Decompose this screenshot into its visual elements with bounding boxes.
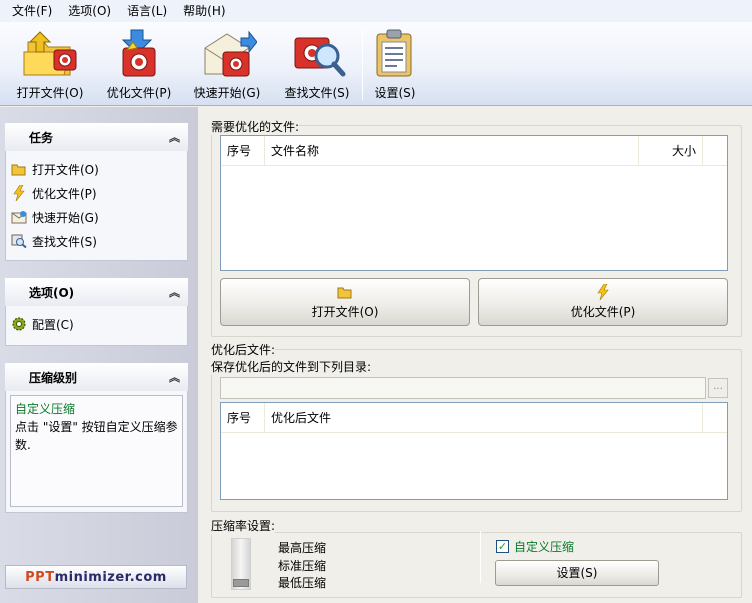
option-config[interactable]: 配置(C) — [10, 312, 183, 336]
open-folder-icon — [10, 161, 28, 177]
find-file-icon — [294, 37, 346, 77]
toolbar-optimize-button[interactable]: 优化文件(P) — [96, 22, 182, 102]
toolbar-find-label: 查找文件(S) — [284, 86, 350, 100]
options-panel-header[interactable]: 选项(O) ︽ — [5, 278, 188, 306]
task-find-file-label: 查找文件(S) — [32, 234, 97, 249]
toolbar-open-label: 打开文件(O) — [16, 86, 84, 100]
task-optimize-file[interactable]: 优化文件(P) — [10, 181, 183, 205]
col-filename[interactable]: 文件名称 — [265, 135, 639, 166]
gear-icon — [10, 316, 28, 332]
output-list[interactable]: 序号 优化后文件 — [220, 402, 728, 500]
collapse-chevron-up-icon[interactable]: ︽ — [169, 129, 180, 145]
compression-panel-body: 自定义压缩 点击 "设置" 按钮自定义压缩参数. — [5, 391, 188, 513]
level-standard: 标准压缩 — [278, 559, 327, 573]
menu-language[interactable]: 语言(L) — [119, 0, 175, 22]
col-output-file[interactable]: 优化后文件 — [265, 402, 703, 433]
compression-description: 点击 "设置" 按钮自定义压缩参数. — [15, 420, 178, 452]
toolbar-quickstart-label: 快速开始(G) — [193, 86, 261, 100]
open-file-button[interactable]: 打开文件(O) — [220, 278, 470, 326]
compression-settings-label: 压缩率设置: — [211, 517, 276, 534]
compression-panel: 压缩级别 ︽ 自定义压缩 点击 "设置" 按钮自定义压缩参数. — [5, 363, 188, 513]
tasks-panel: 任务 ︽ 打开文件(O) 优化文件(P) 快速开始(G) 查找文件(S) — [5, 123, 188, 261]
compression-panel-title: 压缩级别 — [29, 370, 78, 385]
col-index[interactable]: 序号 — [221, 135, 265, 166]
output-list-header: 序号 优化后文件 — [221, 402, 727, 433]
output-group-label: 优化后文件: — [211, 341, 276, 358]
toolbar-open-button[interactable]: 打开文件(O) — [4, 22, 96, 102]
compression-panel-header[interactable]: 压缩级别 ︽ — [5, 363, 188, 391]
sidebar: 任务 ︽ 打开文件(O) 优化文件(P) 快速开始(G) 查找文件(S) 选项(… — [0, 107, 198, 603]
task-find-file[interactable]: 查找文件(S) — [10, 229, 183, 253]
quickstart-envelope-icon — [204, 30, 257, 77]
menu-help[interactable]: 帮助(H) — [175, 0, 233, 22]
brand-logo: PPT minimizer.com — [5, 565, 187, 589]
toolbar-settings-label: 设置(S) — [374, 86, 416, 100]
compression-slider[interactable] — [231, 538, 251, 590]
task-open-file-label: 打开文件(O) — [32, 162, 99, 177]
files-list[interactable]: 序号 文件名称 大小 — [220, 135, 728, 271]
menu-file[interactable]: 文件(F) — [4, 0, 60, 22]
toolbar-optimize-label: 优化文件(P) — [106, 86, 172, 100]
menu-options[interactable]: 选项(O) — [60, 0, 119, 22]
toolbar-quickstart-button[interactable]: 快速开始(G) — [182, 22, 272, 102]
tasks-panel-header[interactable]: 任务 ︽ — [5, 123, 188, 151]
menubar: 文件(F) 选项(O) 语言(L) 帮助(H) — [0, 0, 752, 22]
option-config-label: 配置(C) — [32, 317, 74, 332]
optimize-file-button[interactable]: 优化文件(P) — [478, 278, 728, 326]
compression-mode-text: 自定义压缩 — [15, 402, 76, 416]
custom-compression-checkbox[interactable]: ✓ — [496, 540, 509, 553]
settings-button[interactable]: 设置(S) — [495, 560, 659, 586]
open-file-button-label: 打开文件(O) — [311, 304, 379, 319]
quickstart-icon — [10, 209, 28, 225]
open-folder-icon — [337, 287, 352, 298]
tasks-panel-body: 打开文件(O) 优化文件(P) 快速开始(G) 查找文件(S) — [5, 151, 188, 261]
compression-info-box: 自定义压缩 点击 "设置" 按钮自定义压缩参数. — [10, 395, 183, 507]
options-panel-body: 配置(C) — [5, 306, 188, 346]
compression-divider — [480, 531, 481, 583]
toolbar-settings-button[interactable]: 设置(S) — [363, 22, 427, 102]
toolbar: 打开文件(O) 优化文件(P) 快速开始(G) 查找文件(S) 设置(S) — [0, 22, 752, 106]
files-list-header: 序号 文件名称 大小 — [221, 135, 727, 166]
options-panel-title: 选项(O) — [29, 285, 75, 300]
browse-button[interactable]: ... — [708, 378, 728, 398]
lightning-icon — [10, 185, 28, 201]
find-icon — [10, 233, 28, 249]
col-size[interactable]: 大小 — [639, 135, 703, 166]
task-quickstart[interactable]: 快速开始(G) — [10, 205, 183, 229]
task-optimize-file-label: 优化文件(P) — [32, 186, 97, 201]
collapse-chevron-up-icon[interactable]: ︽ — [169, 369, 180, 385]
level-highest: 最高压缩 — [278, 541, 327, 555]
main-area: 需要优化的文件: 序号 文件名称 大小 打开文件(O) 优化文件(P) 优化后文… — [203, 107, 752, 603]
lightning-icon — [597, 284, 609, 300]
optimize-file-button-label: 优化文件(P) — [570, 305, 636, 319]
custom-compression-label[interactable]: 自定义压缩 — [514, 538, 574, 556]
tasks-panel-title: 任务 — [29, 130, 54, 145]
compression-slider-thumb[interactable] — [233, 579, 249, 587]
col-index[interactable]: 序号 — [221, 402, 265, 433]
save-directory-label: 保存优化后的文件到下列目录: — [211, 358, 372, 375]
toolbar-find-button[interactable]: 查找文件(S) — [272, 22, 362, 102]
open-folder-icon — [23, 31, 77, 76]
task-quickstart-label: 快速开始(G) — [32, 210, 99, 225]
settings-clipboard-icon — [376, 29, 412, 77]
options-panel: 选项(O) ︽ 配置(C) — [5, 278, 188, 346]
files-group-label: 需要优化的文件: — [211, 118, 300, 135]
optimize-icon — [121, 29, 156, 77]
output-path-input[interactable] — [220, 377, 706, 399]
collapse-chevron-up-icon[interactable]: ︽ — [169, 284, 180, 300]
task-open-file[interactable]: 打开文件(O) — [10, 157, 183, 181]
level-lowest: 最低压缩 — [278, 576, 327, 590]
